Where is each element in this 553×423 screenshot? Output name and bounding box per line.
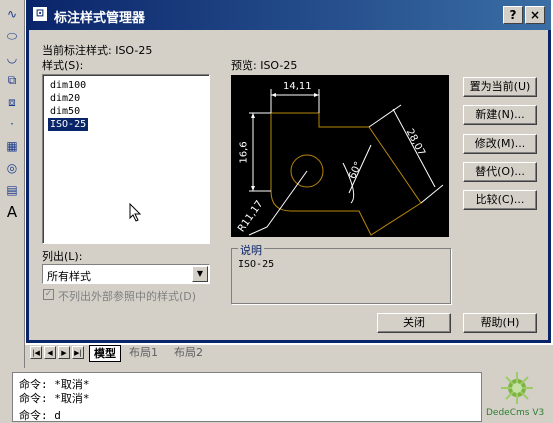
list-filter-select[interactable]: 所有样式 ▼ <box>42 264 210 284</box>
list-filter-label: 列出(L): <box>42 250 83 263</box>
left-toolbar: ∿ ⬭ ◡ ⧉ ⧈ · ▦ ◎ ▤ A <box>0 0 25 368</box>
dim-left-label: 16,6 <box>238 141 250 164</box>
chevron-down-icon[interactable]: ▼ <box>192 266 208 282</box>
command-area: 命令: *取消* 命令: *取消* 命令: d DedeCms V3 <box>0 368 553 422</box>
override-style-button[interactable]: 替代(O)... <box>463 162 537 182</box>
logo-graphic <box>501 372 533 404</box>
insert-block-icon[interactable]: ⧉ <box>2 70 22 90</box>
help-button[interactable]: 帮助(H) <box>463 313 537 333</box>
first-tab-icon[interactable]: |◀ <box>30 346 42 359</box>
list-filter-value: 所有样式 <box>47 270 91 283</box>
close-title-button[interactable]: × <box>525 6 545 24</box>
modify-style-button[interactable]: 修改(M)... <box>463 134 537 154</box>
prev-tab-icon[interactable]: ◀ <box>44 346 56 359</box>
command-prompt[interactable]: 命令: d <box>19 407 61 423</box>
spline-icon[interactable]: ∿ <box>2 4 22 24</box>
region-icon[interactable]: ◎ <box>2 158 22 178</box>
description-group: 说明 ISO-25 <box>231 242 451 304</box>
list-item[interactable]: dim100 <box>48 79 88 92</box>
hatch-icon[interactable]: ▦ <box>2 136 22 156</box>
dimension-style-manager-dialog: ⊡ 标注样式管理器 ? × 当前标注样式: ISO-25 样式(S): 预览: … <box>26 0 551 343</box>
text-icon[interactable]: A <box>2 202 22 222</box>
description-label: 说明 <box>238 242 264 258</box>
dim-top-label: 14,11 <box>283 81 312 92</box>
dialog-body: 当前标注样式: ISO-25 样式(S): 预览: ISO-25 dim100 … <box>29 30 548 340</box>
mouse-cursor-icon <box>129 203 142 222</box>
command-line: 命令: *取消* <box>19 392 90 405</box>
styles-list[interactable]: dim100 dim20 dim50 ISO-25 <box>42 74 210 244</box>
styles-label: 样式(S): <box>42 59 84 72</box>
preview-label: 预览: ISO-25 <box>231 59 298 72</box>
compare-styles-button[interactable]: 比较(C)... <box>463 190 537 210</box>
dialog-title: 标注样式管理器 <box>54 11 146 26</box>
tab-model[interactable]: 模型 <box>89 345 121 362</box>
layout-tabs: |◀ ◀ ▶ ▶| 模型 布局1 布局2 <box>25 345 553 362</box>
preview-pane: 14,11 16,6 28,07 60° R11,17 <box>231 75 449 237</box>
dimstyle-app-icon: ⊡ <box>32 6 48 22</box>
help-title-button[interactable]: ? <box>503 6 523 24</box>
xref-checkbox-label: 不列出外部参照中的样式(D) <box>58 290 197 303</box>
xref-checkbox[interactable]: ✓ <box>43 289 54 300</box>
make-block-icon[interactable]: ⧈ <box>2 92 22 112</box>
description-text: ISO-25 <box>238 259 275 270</box>
ellipse-icon[interactable]: ⬭ <box>2 26 22 46</box>
list-item[interactable]: dim20 <box>48 92 82 105</box>
new-style-button[interactable]: 新建(N)... <box>463 105 537 125</box>
dedecms-logo: DedeCms V3 <box>484 370 550 420</box>
last-tab-icon[interactable]: ▶| <box>72 346 84 359</box>
ellipse-arc-icon[interactable]: ◡ <box>2 48 22 68</box>
next-tab-icon[interactable]: ▶ <box>58 346 70 359</box>
tab-layout1[interactable]: 布局1 <box>125 345 162 360</box>
preview-shape <box>270 112 422 236</box>
set-current-button[interactable]: 置为当前(U) <box>463 77 537 97</box>
list-item[interactable]: dim50 <box>48 105 82 118</box>
list-item-selected[interactable]: ISO-25 <box>48 118 89 131</box>
dialog-titlebar[interactable]: ⊡ 标注样式管理器 ? × <box>26 0 551 30</box>
command-window[interactable]: 命令: *取消* 命令: *取消* 命令: d <box>12 372 482 422</box>
close-button[interactable]: 关闭 <box>377 313 451 333</box>
table-icon[interactable]: ▤ <box>2 180 22 200</box>
point-icon[interactable]: · <box>2 114 22 134</box>
tab-layout2[interactable]: 布局2 <box>170 345 207 360</box>
current-style-label: 当前标注样式: ISO-25 <box>42 44 153 57</box>
logo-text: DedeCms V3 <box>486 408 545 418</box>
